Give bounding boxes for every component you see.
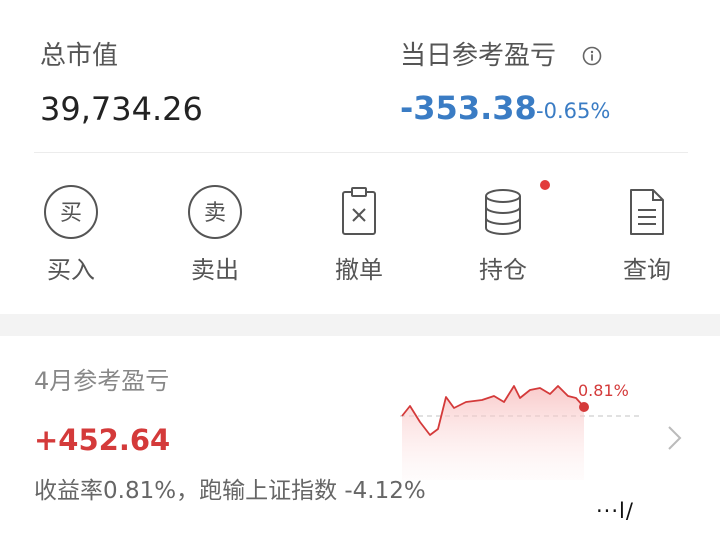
query-label: 查询 xyxy=(623,256,671,284)
cancel-order-label: 撤单 xyxy=(335,256,383,284)
total-market-value-label: 总市值 xyxy=(40,41,119,71)
monthly-pnl-value: +452.64 xyxy=(34,423,171,457)
buy-glyph: 买 xyxy=(60,201,82,226)
chevron-right-icon[interactable] xyxy=(666,424,684,452)
sell-button[interactable]: 卖 卖出 xyxy=(160,170,270,290)
buy-label: 买入 xyxy=(47,256,95,284)
sparkline-end-point xyxy=(579,402,589,412)
divider xyxy=(34,152,688,153)
daily-pnl-label: 当日参考盈亏 xyxy=(400,41,557,71)
sparkline-end-label: 0.81% xyxy=(578,381,629,400)
account-summary: 总市值 39,734.26 当日参考盈亏 -353.38 -0.65% xyxy=(0,0,720,152)
trading-account-page: 总市值 39,734.26 当日参考盈亏 -353.38 -0.65% 买 买入… xyxy=(0,0,720,534)
info-icon[interactable] xyxy=(582,46,602,66)
total-market-value: 39,734.26 xyxy=(40,90,203,128)
sell-label: 卖出 xyxy=(191,256,239,284)
monthly-pnl-label: 4月参考盈亏 xyxy=(34,367,170,395)
buy-button[interactable]: 买 买入 xyxy=(16,170,126,290)
sell-icon: 卖 xyxy=(188,185,242,239)
monthly-sparkline: 0.81% xyxy=(400,381,640,480)
daily-pnl-value: -353.38 xyxy=(400,89,537,127)
holdings-label: 持仓 xyxy=(479,256,527,284)
buy-icon: 买 xyxy=(44,185,98,239)
cancel-order-icon xyxy=(342,187,376,235)
database-icon xyxy=(485,189,521,235)
query-button[interactable]: 查询 xyxy=(592,170,702,290)
cancel-order-button[interactable]: 撤单 xyxy=(304,170,414,290)
monthly-return-description: 收益率0.81%，跑输上证指数 -4.12% xyxy=(34,478,426,504)
sell-glyph: 卖 xyxy=(204,201,226,226)
watermark-text: ···l/ xyxy=(596,499,634,523)
daily-pnl-percent: -0.65% xyxy=(536,99,611,123)
section-separator xyxy=(0,314,720,336)
notification-dot xyxy=(540,180,550,190)
action-row: 买 买入 卖 卖出 撤单 持仓 查询 xyxy=(0,170,720,290)
document-icon xyxy=(630,189,664,235)
